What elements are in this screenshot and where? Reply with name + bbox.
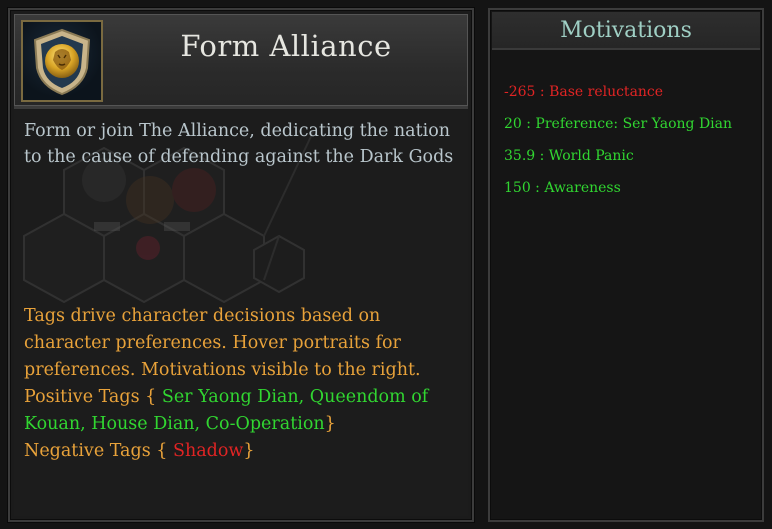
motivation-item: 150 : Awareness [504, 180, 621, 196]
decision-content: Form or join The Alliance, dedicating th… [14, 110, 468, 516]
positive-tags-label: Positive Tags { [24, 387, 157, 407]
motivation-item: 20 : Preference: Ser Yaong Dian [504, 116, 733, 132]
decision-header: Form Alliance [14, 14, 468, 106]
decision-window: Form Alliance Form or join The Alliance,… [0, 0, 772, 529]
lion-shield-icon [33, 28, 91, 96]
motivation-item: -265 : Base reluctance [504, 84, 664, 100]
page-title: Form Alliance [180, 29, 392, 63]
tags-info: Tags drive character decisions based on … [24, 303, 458, 465]
motivations-list: -265 : Base reluctance 20 : Preference: … [504, 76, 756, 204]
motivation-item: 35.9 : World Panic [504, 148, 634, 164]
negative-tags-close: } [243, 441, 255, 461]
decision-panel: Form Alliance Form or join The Alliance,… [8, 8, 474, 522]
negative-tags-values: Shadow [172, 441, 244, 461]
negative-tags-label: Negative Tags { [24, 441, 168, 461]
tags-intro: Tags drive character decisions based on … [24, 306, 421, 380]
positive-tags-close: } [324, 414, 336, 434]
decision-description: Form or join The Alliance, dedicating th… [24, 121, 454, 167]
header-divider [14, 106, 468, 109]
motivations-title: Motivations [492, 12, 760, 50]
motivations-panel: Motivations -265 : Base reluctance 20 : … [488, 8, 764, 522]
decision-icon-frame [21, 20, 103, 102]
